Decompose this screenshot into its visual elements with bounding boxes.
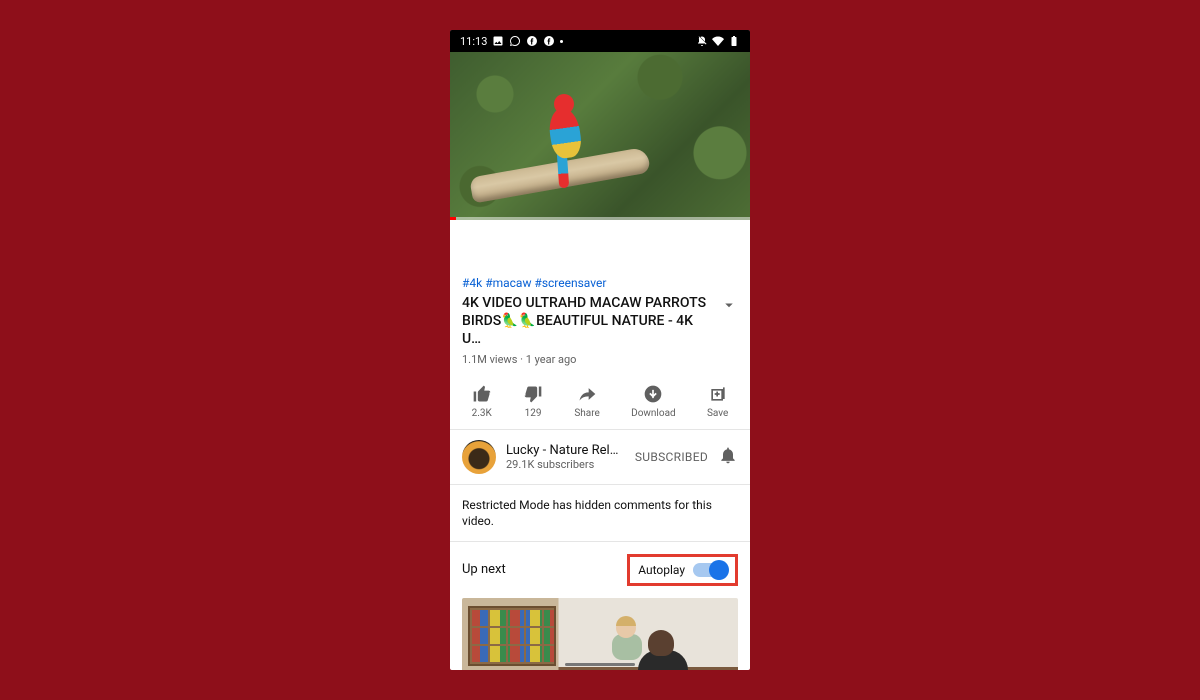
save-button[interactable]: Save (707, 384, 728, 419)
phone-frame: 11:13 #4k #macaw #screensaver 4K VIDEO U… (450, 30, 750, 670)
channel-row[interactable]: Lucky - Nature Rel… 29.1K subscribers SU… (450, 430, 750, 485)
upnext-label: Up next (462, 562, 506, 577)
facebook-icon-2 (543, 35, 555, 47)
battery-icon (728, 35, 740, 47)
video-progress-bar[interactable] (450, 217, 750, 220)
channel-avatar[interactable] (462, 440, 496, 474)
wifi-icon (712, 35, 724, 47)
upnext-thumbnail[interactable] (462, 598, 738, 670)
channel-subscribers: 29.1K subscribers (506, 458, 625, 471)
video-meta: #4k #macaw #screensaver 4K VIDEO ULTRAHD… (450, 276, 750, 374)
restricted-notice: Restricted Mode has hidden comments for … (450, 485, 750, 542)
like-button[interactable]: 2.3K (472, 384, 492, 419)
bell-icon (718, 445, 738, 465)
autoplay-toggle[interactable] (693, 563, 727, 577)
video-stats: 1.1M views · 1 year ago (462, 353, 738, 366)
thumb-bookshelf (468, 606, 556, 666)
facebook-icon (526, 35, 538, 47)
channel-name[interactable]: Lucky - Nature Rel… (506, 443, 625, 458)
thumb-people (598, 604, 708, 670)
autoplay-highlight: Autoplay (627, 554, 738, 586)
download-icon (643, 384, 663, 404)
expand-description-button[interactable] (720, 296, 738, 318)
status-time: 11:13 (460, 35, 487, 48)
download-button[interactable]: Download (631, 384, 676, 419)
action-bar: 2.3K 129 Share Download Save (450, 374, 750, 430)
whatsapp-icon (509, 35, 521, 47)
dislike-button[interactable]: 129 (523, 384, 543, 419)
save-icon (708, 384, 728, 404)
thumb-down-icon (523, 384, 543, 404)
spacer (450, 220, 750, 276)
video-parrot (540, 90, 600, 180)
status-bar: 11:13 (450, 30, 750, 52)
thumb-up-icon (472, 384, 492, 404)
share-icon (577, 384, 597, 404)
notification-bell-button[interactable] (718, 445, 738, 469)
subscribed-label[interactable]: SUBSCRIBED (635, 450, 708, 464)
nav-handle[interactable] (565, 663, 635, 666)
video-player[interactable] (450, 52, 750, 220)
autoplay-label: Autoplay (638, 563, 685, 577)
more-dot-icon (560, 40, 563, 43)
dnd-icon (696, 35, 708, 47)
photo-icon (492, 35, 504, 47)
video-title[interactable]: 4K VIDEO ULTRAHD MACAW PARROTS BIRDS🦜🦜BE… (462, 294, 712, 349)
share-button[interactable]: Share (574, 384, 599, 419)
video-hashtags[interactable]: #4k #macaw #screensaver (462, 276, 738, 290)
upnext-row: Up next Autoplay (450, 542, 750, 598)
